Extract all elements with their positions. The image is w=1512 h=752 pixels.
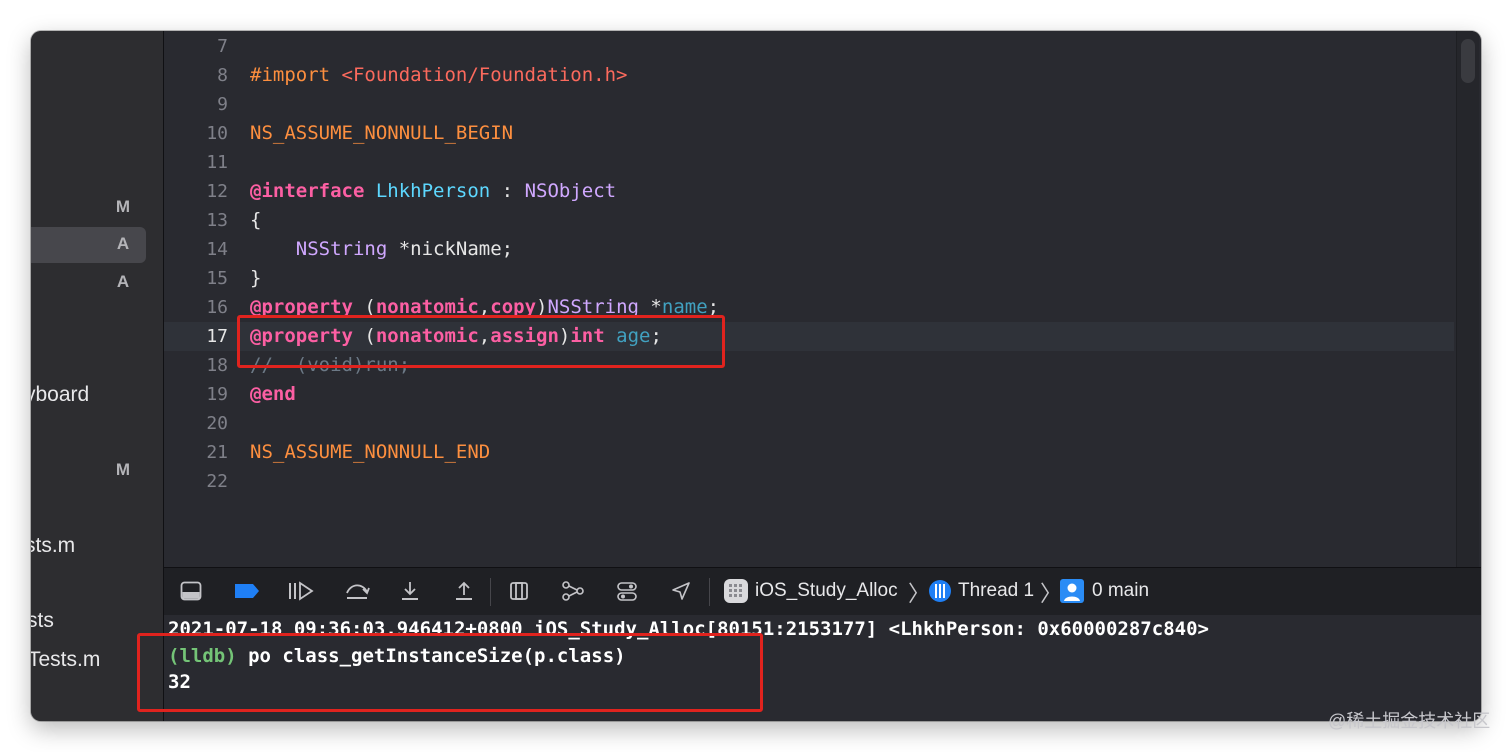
step-over-icon[interactable] bbox=[342, 579, 372, 603]
xcode-window: M A A M yboard sts.m sts Tests.m 7 8 #impo… bbox=[31, 31, 1481, 721]
line-number: 18 bbox=[206, 355, 228, 376]
code-token: NS_ASSUME_NONNULL_END bbox=[250, 441, 491, 463]
code-token: *nickName; bbox=[387, 238, 514, 260]
line-number: 16 bbox=[206, 297, 228, 318]
code-line[interactable]: 20 bbox=[164, 409, 1454, 438]
code-line[interactable]: 10 NS_ASSUME_NONNULL_BEGIN bbox=[164, 119, 1454, 148]
git-status-badge: M bbox=[115, 197, 131, 216]
code-token: LhkhPerson bbox=[375, 180, 491, 202]
navigator-file-item[interactable]: sts bbox=[31, 609, 54, 633]
git-status-badge: M bbox=[115, 460, 131, 479]
code-token: NS_ASSUME_NONNULL_BEGIN bbox=[250, 122, 514, 144]
code-text: { bbox=[250, 206, 261, 235]
code-text: @interface LhkhPerson : NSObject bbox=[250, 177, 616, 206]
code-token: : bbox=[490, 180, 525, 202]
code-line[interactable]: 12 @interface LhkhPerson : NSObject bbox=[164, 177, 1454, 206]
code-line[interactable]: 9 bbox=[164, 90, 1454, 119]
breadcrumb-scheme[interactable]: iOS_Study_Alloc bbox=[755, 577, 898, 605]
line-number: 14 bbox=[206, 239, 228, 260]
stack-frame-icon bbox=[1058, 577, 1086, 605]
breakpoints-toggle-icon[interactable] bbox=[232, 579, 262, 603]
line-number: 12 bbox=[206, 181, 228, 202]
code-line[interactable]: 8 #import <Foundation/Foundation.h> bbox=[164, 61, 1454, 90]
view-hierarchy-icon[interactable] bbox=[506, 579, 532, 603]
line-number: 9 bbox=[217, 94, 228, 115]
code-line[interactable]: 15} bbox=[164, 264, 1454, 293]
debug-bar: iOS_Study_Alloc 〉 Thread 1 〉 0 main bbox=[164, 567, 1481, 616]
line-number: 7 bbox=[217, 36, 228, 57]
code-text: NSString *nickName; bbox=[250, 235, 513, 264]
line-number: 20 bbox=[206, 413, 228, 434]
code-text: @end bbox=[250, 380, 296, 409]
code-line[interactable]: 19 @end bbox=[164, 380, 1454, 409]
line-number: 17 bbox=[206, 326, 228, 347]
step-into-icon[interactable] bbox=[397, 579, 423, 603]
git-status-badge: A bbox=[116, 272, 130, 291]
code-line[interactable]: 7 bbox=[164, 32, 1454, 61]
code-token: NSObject bbox=[524, 180, 617, 202]
continue-icon[interactable] bbox=[286, 579, 316, 603]
highlight-box-property-line bbox=[237, 315, 725, 368]
line-number: 21 bbox=[206, 442, 228, 463]
breadcrumb-frame[interactable]: 0 main bbox=[1092, 577, 1149, 605]
hide-debug-area-icon[interactable] bbox=[178, 579, 204, 603]
scroll-thumb[interactable] bbox=[1461, 39, 1475, 83]
thread-icon bbox=[926, 577, 954, 605]
code-token: <Foundation/Foundation.h> bbox=[341, 64, 628, 86]
navigator-file-item[interactable]: Tests.m bbox=[31, 648, 100, 672]
line-number: 13 bbox=[206, 210, 228, 231]
git-status-badge: A bbox=[116, 234, 130, 253]
code-token: @end bbox=[250, 383, 296, 405]
line-number: 15 bbox=[206, 268, 228, 289]
code-line[interactable]: 11 bbox=[164, 148, 1454, 177]
line-number: 19 bbox=[206, 384, 228, 405]
step-out-icon[interactable] bbox=[451, 579, 477, 603]
toolbar-divider bbox=[709, 578, 710, 606]
source-editor[interactable]: 7 8 #import <Foundation/Foundation.h> 9 10 NS… bbox=[164, 31, 1481, 567]
code-line[interactable]: 13 { bbox=[164, 206, 1454, 235]
line-number: 11 bbox=[206, 152, 228, 173]
toolbar-divider bbox=[490, 578, 491, 606]
code-token: NSString bbox=[295, 238, 388, 260]
code-text: } bbox=[250, 264, 261, 293]
environment-overrides-icon[interactable] bbox=[614, 579, 640, 603]
code-token: @interface bbox=[250, 180, 376, 202]
line-number: 22 bbox=[206, 471, 228, 492]
project-navigator: M A A M yboard sts.m sts Tests.m bbox=[31, 31, 164, 721]
memory-graph-icon[interactable] bbox=[560, 579, 586, 603]
editor-scrollbar[interactable] bbox=[1456, 31, 1479, 567]
code-token: { bbox=[250, 209, 262, 231]
navigator-file-item[interactable]: yboard bbox=[31, 383, 89, 407]
code-line[interactable]: 21 NS_ASSUME_NONNULL_END bbox=[164, 438, 1454, 467]
code-token: } bbox=[250, 267, 262, 289]
code-line[interactable]: 22 bbox=[164, 467, 1454, 496]
simulate-location-icon[interactable] bbox=[668, 579, 694, 603]
code-text: NS_ASSUME_NONNULL_END bbox=[250, 438, 490, 467]
line-number: 8 bbox=[217, 65, 228, 86]
line-number: 10 bbox=[206, 123, 228, 144]
code-text: NS_ASSUME_NONNULL_BEGIN bbox=[250, 119, 513, 148]
navigator-file-item[interactable]: sts.m bbox=[31, 534, 75, 558]
breadcrumb-thread[interactable]: Thread 1 bbox=[958, 577, 1034, 605]
highlight-box-console-output bbox=[137, 633, 763, 712]
app-target-icon bbox=[722, 577, 750, 605]
watermark: @稀土掘金技术社区 bbox=[1328, 711, 1491, 731]
code-token: #import bbox=[250, 64, 342, 86]
code-text: #import <Foundation/Foundation.h> bbox=[250, 61, 628, 90]
code-line[interactable]: 14 NSString *nickName; bbox=[164, 235, 1454, 264]
